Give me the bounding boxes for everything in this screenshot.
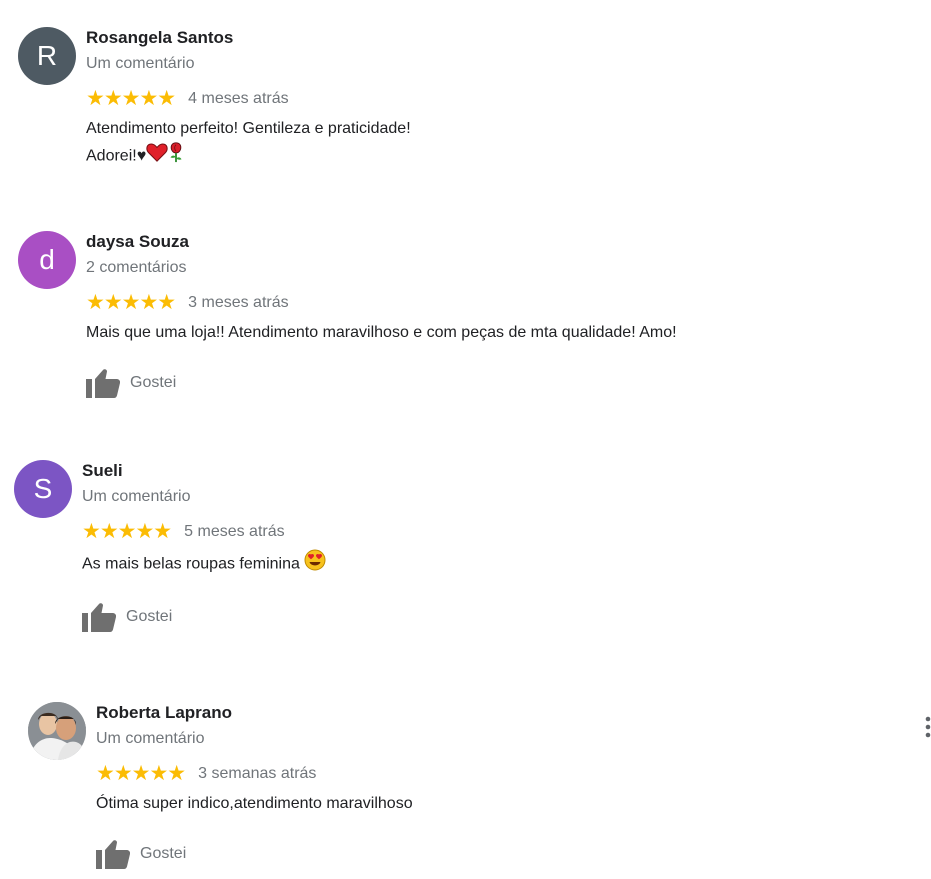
review-text: Mais que uma loja!! Atendimento maravilh… bbox=[86, 320, 846, 346]
review-date: 3 semanas atrás bbox=[198, 765, 317, 782]
review-count: 2 comentários bbox=[86, 259, 187, 276]
reviewer-name[interactable]: Rosangela Santos bbox=[86, 27, 846, 49]
reviewer-name[interactable]: Sueli bbox=[82, 460, 842, 482]
like-label: Gostei bbox=[130, 374, 177, 391]
avatar[interactable] bbox=[28, 702, 86, 760]
rose-icon bbox=[168, 141, 184, 172]
review-count: Um comentário bbox=[96, 730, 205, 747]
review-count: Um comentário bbox=[82, 488, 191, 505]
like-button[interactable]: Gostei bbox=[86, 368, 846, 398]
avatar-letter: R bbox=[36, 40, 58, 71]
thumbs-up-icon bbox=[82, 603, 116, 632]
star-rating: ★★★★★ bbox=[86, 87, 176, 110]
review-text-segment: As mais belas roupas feminina bbox=[82, 555, 300, 573]
review-date: 4 meses atrás bbox=[188, 90, 289, 107]
review-date: 5 meses atrás bbox=[184, 523, 285, 540]
review-count: Um comentário bbox=[86, 55, 195, 72]
review-text-line: Adorei!♥ bbox=[86, 141, 846, 172]
review-text: Atendimento perfeito! Gentileza e pratic… bbox=[86, 116, 846, 172]
heart-eyes-emoji-icon bbox=[304, 549, 326, 580]
star-rating: ★★★★★ bbox=[82, 520, 172, 543]
reviewer-name[interactable]: daysa Souza bbox=[86, 231, 846, 253]
review-text-line: As mais belas roupas feminina bbox=[82, 549, 842, 580]
like-label: Gostei bbox=[126, 608, 173, 625]
review-text-line: Mais que uma loja!! Atendimento maravilh… bbox=[86, 324, 677, 341]
review-text-line: Atendimento perfeito! Gentileza e pratic… bbox=[86, 120, 411, 137]
review-text: Ótima super indico,atendimento maravilho… bbox=[96, 791, 856, 817]
like-button[interactable]: Gostei bbox=[96, 839, 856, 869]
avatar[interactable]: R bbox=[18, 27, 76, 85]
more-vert-icon[interactable] bbox=[925, 716, 931, 738]
review-date: 3 meses atrás bbox=[188, 294, 289, 311]
avatar[interactable]: S bbox=[14, 460, 72, 518]
review-text-segment: Adorei!♥ bbox=[86, 147, 147, 165]
star-rating: ★★★★★ bbox=[96, 762, 186, 785]
review-text: As mais belas roupas feminina bbox=[82, 549, 842, 580]
avatar[interactable]: d bbox=[18, 231, 76, 289]
review-text-line: Ótima super indico,atendimento maravilho… bbox=[96, 795, 413, 812]
heart-icon bbox=[146, 142, 168, 171]
thumbs-up-icon bbox=[96, 840, 130, 869]
like-button[interactable]: Gostei bbox=[82, 602, 842, 632]
avatar-photo-icon bbox=[28, 702, 86, 760]
avatar-letter: d bbox=[39, 244, 55, 275]
star-rating: ★★★★★ bbox=[86, 291, 176, 314]
thumbs-up-icon bbox=[86, 369, 120, 398]
like-label: Gostei bbox=[140, 845, 187, 862]
avatar-letter: S bbox=[33, 473, 53, 504]
reviewer-name[interactable]: Roberta Laprano bbox=[96, 702, 856, 724]
